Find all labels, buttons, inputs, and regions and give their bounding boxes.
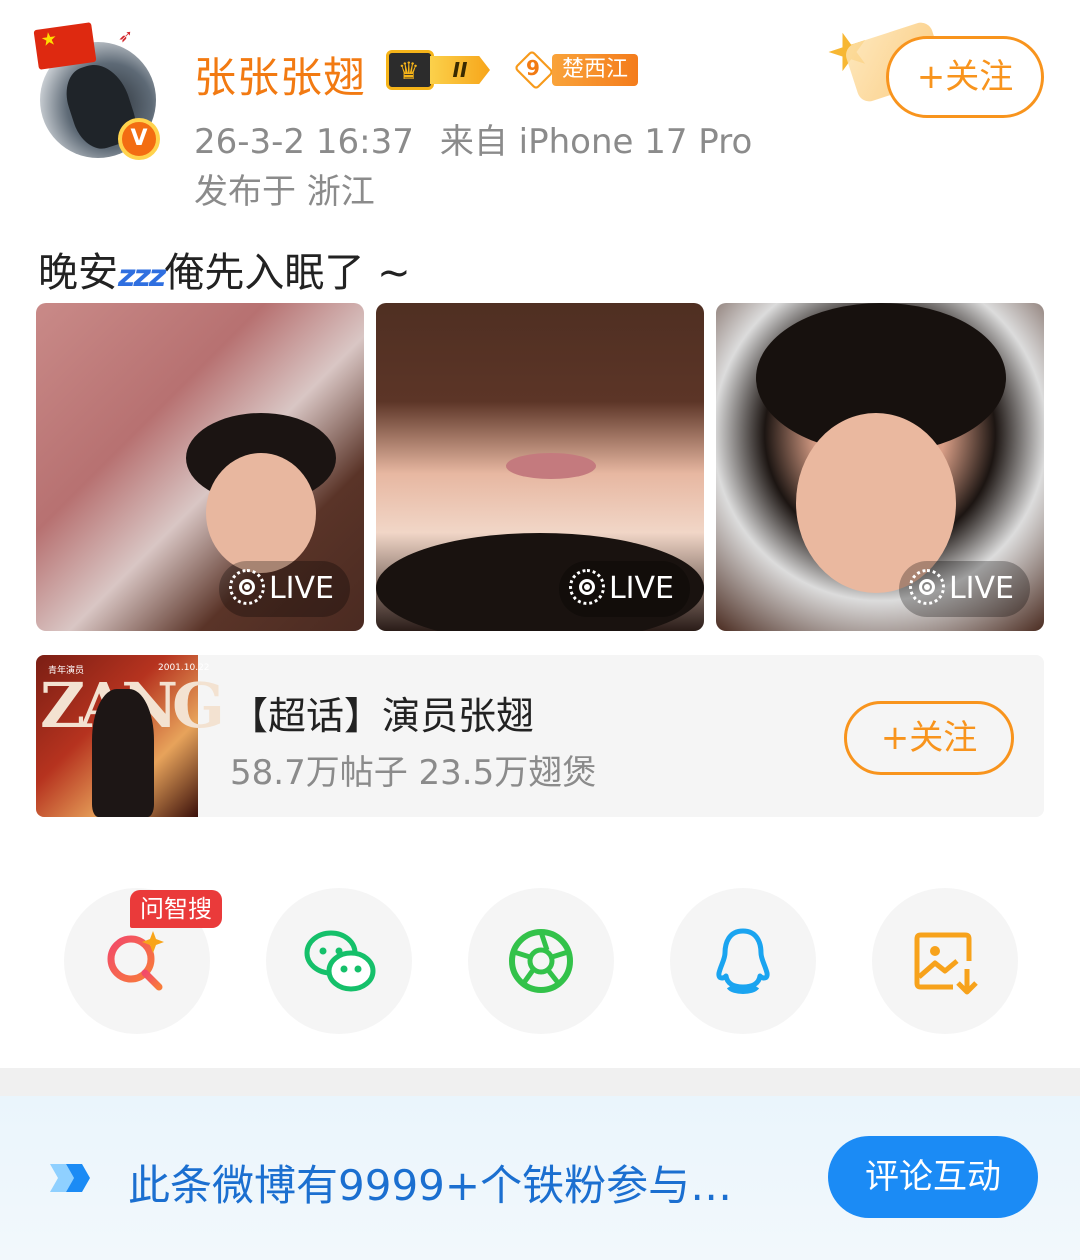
- sleep-emoji-icon: zzz: [118, 259, 166, 294]
- china-flag-icon: ★: [33, 22, 97, 70]
- qq-share-button[interactable]: [670, 888, 816, 1034]
- super-topic-card[interactable]: ZANG 青年演员 2001.10.22 【超话】演员张翅 58.7万帖子 23…: [36, 655, 1044, 817]
- author-name[interactable]: 张张张翅: [194, 44, 366, 105]
- post-time: 26-3-2 16:37: [194, 122, 414, 162]
- live-icon: [568, 568, 605, 605]
- post-header: ★ ➶ V 张张张翅 ♛ II 9 楚西江 26-3-2 16:37 来自 iPh…: [0, 0, 1080, 220]
- topic-thumbnail: ZANG 青年演员 2001.10.22: [36, 655, 225, 817]
- comment-interact-button[interactable]: 评论互动: [828, 1136, 1038, 1218]
- live-icon: [908, 568, 945, 605]
- verified-badge: V: [118, 118, 160, 160]
- ai-search-icon: [107, 931, 164, 991]
- topic-stats: 58.7万帖子 23.5万翅煲: [230, 753, 597, 793]
- ask-search-tag: 问智搜: [130, 890, 222, 928]
- live-label: LIVE: [268, 571, 334, 606]
- live-badge: LIVE: [218, 561, 350, 617]
- live-badge: LIVE: [898, 561, 1030, 617]
- fans-logo-icon: [50, 1164, 90, 1192]
- live-badge: LIVE: [558, 561, 690, 617]
- moments-icon: [509, 929, 573, 993]
- rank-badge[interactable]: ♛ II: [386, 50, 498, 90]
- fan-level: 9: [526, 56, 540, 80]
- post-meta: 26-3-2 16:37 来自 iPhone 17 Pro: [194, 114, 752, 163]
- photo-grid: LIVE LIVE LIVE: [36, 303, 1044, 631]
- wechat-icon: [304, 930, 376, 992]
- fan-interaction-bar[interactable]: 此条微博有9999+个铁粉参与… 评论互动: [0, 1096, 1080, 1260]
- save-image-icon: [914, 932, 978, 995]
- crown-icon: ♛: [386, 50, 434, 90]
- post-text-end: 俺先入眠了 ~: [164, 250, 411, 296]
- topic-title: 【超话】演员张翅: [230, 694, 535, 738]
- photo-2[interactable]: LIVE: [376, 303, 704, 631]
- thumb-caption: 青年演员: [48, 666, 85, 676]
- fan-interaction-text: 此条微博有9999+个铁粉参与…: [128, 1161, 733, 1210]
- wechat-share-button[interactable]: [266, 888, 412, 1034]
- post-source: 来自 iPhone 17 Pro: [439, 122, 753, 162]
- post-text: 晚安zzz俺先入眠了 ~: [38, 240, 411, 298]
- post-text-start: 晚安: [38, 250, 118, 296]
- moments-share-button[interactable]: [468, 888, 614, 1034]
- live-label: LIVE: [948, 571, 1014, 606]
- fan-badge[interactable]: 9 楚西江: [512, 49, 638, 91]
- follow-button[interactable]: +关注: [886, 36, 1044, 118]
- post-location: 发布于 浙江: [194, 172, 375, 212]
- save-image-button[interactable]: [872, 888, 1018, 1034]
- photo-1[interactable]: LIVE: [36, 303, 364, 631]
- bird-icon: ➶: [118, 26, 134, 47]
- thumb-date: 2001.10.22: [158, 663, 210, 673]
- topic-follow-button[interactable]: +关注: [844, 701, 1014, 775]
- rank-badge-label: II: [430, 56, 490, 84]
- qq-icon: [716, 928, 770, 994]
- live-label: LIVE: [608, 571, 674, 606]
- photo-3[interactable]: LIVE: [716, 303, 1044, 631]
- section-divider: [0, 1068, 1080, 1096]
- live-icon: [228, 568, 265, 605]
- fan-badge-label: 楚西江: [552, 54, 638, 86]
